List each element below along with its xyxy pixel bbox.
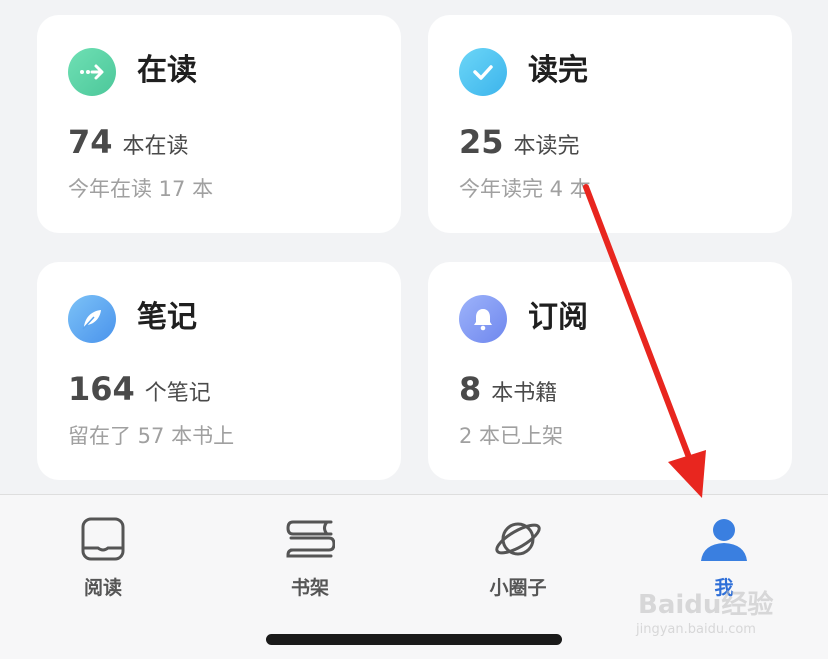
- bell-icon: [459, 295, 507, 343]
- check-icon: [459, 48, 507, 96]
- card-stat: 164 个笔记: [68, 370, 211, 408]
- card-subtitle: 今年读完 4 本: [459, 177, 591, 201]
- tab-label: 阅读: [83, 577, 122, 599]
- card-reading[interactable]: 在读 74 本在读 今年在读 17 本: [37, 15, 401, 233]
- card-unit: 本在读: [122, 134, 189, 159]
- card-stat: 74 本在读: [68, 123, 189, 161]
- tab-label: 小圈子: [489, 577, 547, 599]
- person-icon: [698, 513, 750, 565]
- home-indicator: [266, 634, 562, 645]
- card-notes[interactable]: 笔记 164 个笔记 留在了 57 本书上: [37, 262, 401, 480]
- arrow-right-icon: [68, 48, 116, 96]
- card-title: 读完: [528, 53, 588, 88]
- card-title: 订阅: [528, 300, 588, 335]
- planet-icon: [492, 513, 544, 565]
- tab-label: 书架: [290, 577, 329, 599]
- feather-icon: [68, 295, 116, 343]
- card-title: 在读: [137, 53, 197, 88]
- watermark-brand: Baidu经验: [638, 590, 774, 620]
- card-number: 74: [68, 123, 113, 161]
- watermark-url: jingyan.baidu.com: [636, 622, 756, 637]
- card-subtitle: 2 本已上架: [459, 424, 564, 448]
- book-icon: [77, 513, 129, 565]
- card-number: 25: [459, 123, 504, 161]
- card-number: 8: [459, 370, 482, 408]
- card-unit: 个笔记: [144, 381, 211, 406]
- card-subtitle: 留在了 57 本书上: [68, 424, 235, 448]
- bookshelf-icon: [284, 513, 336, 565]
- card-unit: 本读完: [513, 134, 580, 159]
- card-title: 笔记: [137, 300, 197, 335]
- tab-circle[interactable]: 小圈子: [468, 513, 568, 600]
- tab-reading[interactable]: 阅读: [53, 513, 153, 600]
- card-subtitle: 今年在读 17 本: [68, 177, 214, 201]
- card-stat: 8 本书籍: [459, 370, 557, 408]
- card-unit: 本书籍: [491, 381, 558, 406]
- card-number: 164: [68, 370, 135, 408]
- card-subscriptions[interactable]: 订阅 8 本书籍 2 本已上架: [428, 262, 792, 480]
- card-finished[interactable]: 读完 25 本读完 今年读完 4 本: [428, 15, 792, 233]
- tab-bookshelf[interactable]: 书架: [260, 513, 360, 600]
- card-stat: 25 本读完: [459, 123, 580, 161]
